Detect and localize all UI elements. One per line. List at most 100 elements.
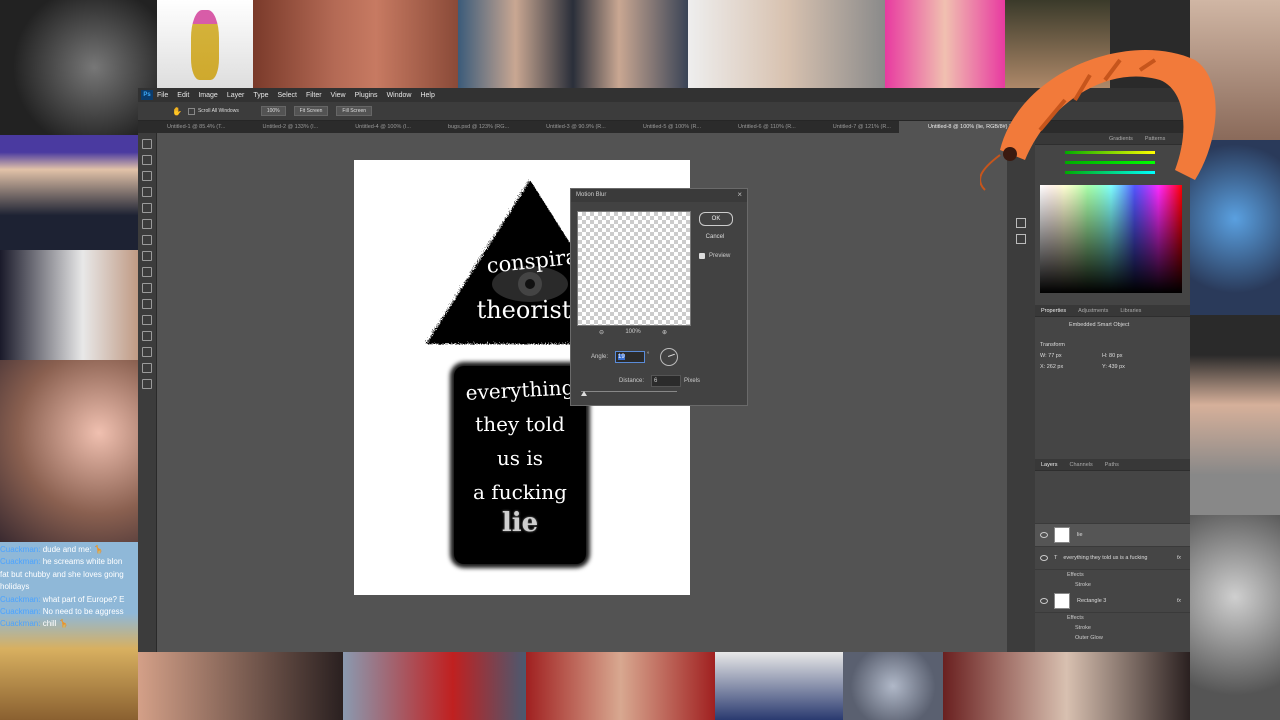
hand-tool-icon[interactable]: ✋ xyxy=(172,107,182,116)
panel-icon-column xyxy=(1007,133,1035,652)
tab-paths[interactable]: Paths xyxy=(1099,462,1125,468)
tab-document[interactable]: Untitled-3 @ 90.9% (R... xyxy=(517,121,614,133)
preview-checkbox-row[interactable]: Preview xyxy=(699,253,730,259)
zoom-100-button[interactable]: 100% xyxy=(260,106,286,116)
ok-button[interactable]: OK xyxy=(699,212,733,226)
distance-input[interactable]: 6 xyxy=(651,375,681,387)
tab-document[interactable]: Untitled-5 @ 100% (R... xyxy=(614,121,709,133)
chat-text: what part of Europe? E xyxy=(40,594,125,604)
healing-brush-tool-icon[interactable] xyxy=(142,251,152,261)
tab-libraries[interactable]: Libraries xyxy=(1114,308,1147,314)
angle-input[interactable]: 19 xyxy=(615,351,645,363)
eraser-tool-icon[interactable] xyxy=(142,315,152,325)
sign-text-line2: they told xyxy=(475,412,565,436)
layer-row[interactable]: Rectangle 3 fx xyxy=(1035,590,1190,613)
visibility-eye-icon[interactable] xyxy=(1040,532,1048,538)
stamp-tool-icon[interactable] xyxy=(142,283,152,293)
close-icon[interactable]: × xyxy=(737,190,742,199)
cancel-button[interactable]: Cancel xyxy=(699,231,731,243)
angle-dial[interactable] xyxy=(660,348,678,366)
meme-photo-tile xyxy=(0,135,138,250)
layer-name: Rectangle 3 xyxy=(1077,598,1107,604)
visibility-eye-icon[interactable] xyxy=(1040,598,1048,604)
distance-slider-track[interactable] xyxy=(581,391,677,392)
tab-document[interactable]: Untitled-7 @ 121% (R... xyxy=(804,121,899,133)
layers-tabs: Layers Channels Paths xyxy=(1035,459,1190,471)
tab-adjustments[interactable]: Adjustments xyxy=(1072,308,1114,314)
chat-text: dude and me: 🦒 xyxy=(40,545,104,554)
tab-layers[interactable]: Layers xyxy=(1035,462,1064,468)
blur-preview-area[interactable] xyxy=(577,211,691,326)
dodge-tool-icon[interactable] xyxy=(142,363,152,373)
height-field[interactable]: H: 80 px xyxy=(1102,353,1122,359)
visibility-eye-icon[interactable] xyxy=(1040,555,1048,561)
chat-message: holidays xyxy=(0,581,138,593)
gradient-tool-icon[interactable] xyxy=(142,331,152,341)
right-panels: Gradients Patterns Properties Adjustment… xyxy=(1007,133,1190,652)
move-tool-icon[interactable] xyxy=(142,139,152,149)
chat-text: fat but chubby and she loves going xyxy=(0,569,124,579)
layer-row[interactable]: T everything they told us is a fucking f… xyxy=(1035,547,1190,570)
effects-sublabel: Effects xyxy=(1067,572,1084,578)
angle-label: Angle: xyxy=(591,354,609,360)
crop-tool-icon[interactable] xyxy=(142,203,152,213)
pen-tool-icon[interactable] xyxy=(142,379,152,389)
menu-select[interactable]: Select xyxy=(278,92,297,99)
tab-document[interactable]: Untitled-2 @ 133% (I... xyxy=(233,121,326,133)
quick-select-tool-icon[interactable] xyxy=(142,187,152,197)
layer-row[interactable]: lie xyxy=(1035,524,1190,547)
fill-screen-button[interactable]: Fill Screen xyxy=(336,106,373,116)
meme-photo-tile xyxy=(0,250,138,360)
history-brush-tool-icon[interactable] xyxy=(142,299,152,309)
meme-photo-tile xyxy=(526,652,715,720)
width-field[interactable]: W: 77 px xyxy=(1040,353,1102,359)
menu-view[interactable]: View xyxy=(331,92,346,99)
fx-icon[interactable]: fx xyxy=(1177,555,1181,561)
angle-value: 19 xyxy=(618,354,625,360)
layers-filter-bar[interactable] xyxy=(1035,471,1190,524)
layer-thumbnail xyxy=(1054,593,1070,609)
menu-plugins[interactable]: Plugins xyxy=(355,92,378,99)
sign-text-lie: lie xyxy=(501,508,539,538)
menu-edit[interactable]: Edit xyxy=(177,92,189,99)
layers-panel: Layers Channels Paths lie T everything t… xyxy=(1035,459,1190,643)
transform-heading: Transform xyxy=(1040,342,1065,348)
marquee-tool-icon[interactable] xyxy=(142,155,152,165)
tab-document[interactable]: Untitled-6 @ 110% (R... xyxy=(709,121,804,133)
tab-document[interactable]: Untitled-4 @ 100% (I... xyxy=(326,121,419,133)
menu-file[interactable]: File xyxy=(157,92,168,99)
tab-properties[interactable]: Properties xyxy=(1035,308,1072,314)
menu-image[interactable]: Image xyxy=(198,92,217,99)
lasso-tool-icon[interactable] xyxy=(142,171,152,181)
chat-message: fat but chubby and she loves going xyxy=(0,569,138,581)
menu-layer[interactable]: Layer xyxy=(227,92,245,99)
menu-filter[interactable]: Filter xyxy=(306,92,322,99)
x-field[interactable]: X: 262 px xyxy=(1040,364,1102,370)
y-field[interactable]: Y: 439 px xyxy=(1102,364,1125,370)
chat-message: Cuackman: what part of Europe? E xyxy=(0,594,138,606)
chat-text: holidays xyxy=(0,582,30,592)
frame-tool-icon[interactable] xyxy=(142,219,152,229)
history-panel-icon[interactable] xyxy=(1016,218,1026,228)
tab-document[interactable]: bugs.psd @ 123% (RG... xyxy=(419,121,517,133)
blur-tool-icon[interactable] xyxy=(142,347,152,357)
tab-channels[interactable]: Channels xyxy=(1064,462,1099,468)
fx-icon[interactable]: fx xyxy=(1177,598,1181,604)
scroll-all-label: Scroll All Windows xyxy=(197,108,239,114)
menu-type[interactable]: Type xyxy=(253,92,268,99)
menu-help[interactable]: Help xyxy=(420,92,434,99)
color-spectrum-picker[interactable] xyxy=(1040,185,1182,293)
dialog-title: Motion Blur xyxy=(571,189,747,202)
tab-document[interactable]: Untitled-1 @ 85.4% (T... xyxy=(138,121,233,133)
preview-zoom-row: ⊖ 100% ⊕ xyxy=(577,329,689,336)
zoom-out-icon[interactable]: ⊖ xyxy=(599,329,604,336)
adjustments-panel-icon[interactable] xyxy=(1016,234,1026,244)
distance-slider-handle[interactable] xyxy=(581,391,587,396)
fit-screen-button[interactable]: Fit Screen xyxy=(293,106,329,116)
zoom-in-icon[interactable]: ⊕ xyxy=(662,329,667,336)
brush-tool-icon[interactable] xyxy=(142,267,152,277)
scroll-all-checkbox[interactable] xyxy=(187,107,195,115)
menu-window[interactable]: Window xyxy=(387,92,412,99)
eyedropper-tool-icon[interactable] xyxy=(142,235,152,245)
preview-checkbox[interactable] xyxy=(699,253,705,259)
